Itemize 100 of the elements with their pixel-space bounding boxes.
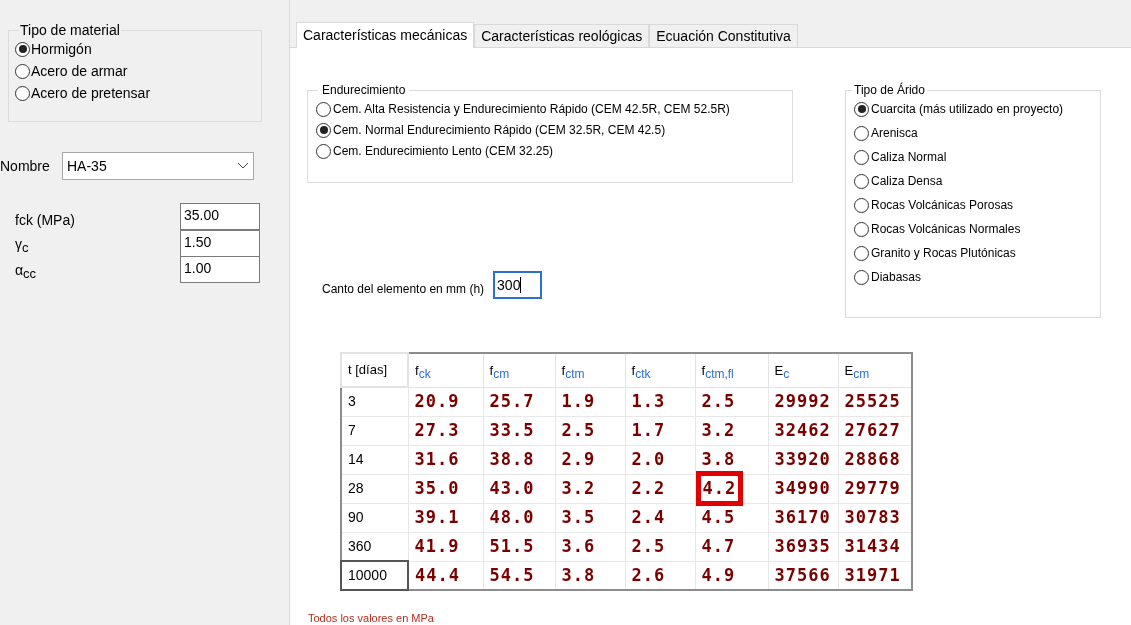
option-label: Cuarcita (más utilizado en proyecto)	[871, 101, 1064, 117]
table-cell: 31.6	[414, 448, 460, 469]
option-label: Granito y Rocas Plutónicas	[871, 245, 1016, 261]
table-cell: 25525	[844, 390, 901, 411]
table-cell: 4.2	[695, 470, 744, 507]
table-cell: 54.5	[489, 564, 535, 585]
input-field[interactable]: 300	[493, 271, 543, 299]
table-cell: 2.6	[631, 564, 666, 585]
table-cell: 27.3	[414, 419, 460, 440]
chevron-icon	[237, 162, 249, 170]
table-cell: 2.9	[561, 448, 596, 469]
table-cell: 4.5	[701, 506, 736, 527]
table-cell: 39.1	[414, 506, 460, 527]
table-cell: 35.0	[414, 477, 460, 498]
radio-button[interactable]	[854, 245, 869, 261]
input-field[interactable]: 35.00	[180, 202, 260, 230]
table-cell: 4.7	[701, 535, 736, 556]
option-label: Caliza Normal	[871, 149, 947, 165]
table-cell: 3.8	[561, 564, 596, 585]
option-label: Cem. Alta Resistencia y Endurecimiento Rápido (CEM 42.5R, CEM 52.5R)	[333, 101, 730, 117]
radio-button[interactable]	[854, 125, 869, 141]
table-cell: 25.7	[489, 390, 535, 411]
tab[interactable]: Características mecánicas	[296, 22, 475, 48]
tab[interactable]: Características reológicas	[474, 24, 650, 47]
table-cell: 2.0	[631, 448, 666, 469]
name-dropdown[interactable]: HA-35	[62, 152, 254, 180]
table-cell: 28	[341, 474, 408, 503]
table-cell: 90	[341, 503, 408, 532]
radio-button[interactable]	[316, 101, 331, 117]
table-cell: 33.5	[489, 419, 535, 440]
input-field[interactable]: 1.50	[180, 230, 260, 257]
option-label: Acero de armar	[31, 62, 128, 81]
table-cell: 36170	[774, 506, 831, 527]
table-cell: 3	[341, 387, 408, 416]
radio-button[interactable]	[15, 63, 30, 79]
table-cell: 10000	[341, 561, 408, 590]
table-cell: 2.4	[631, 506, 666, 527]
radio-button[interactable]	[15, 41, 30, 57]
table-cell: 7	[341, 416, 408, 445]
table-cell: 1.7	[631, 419, 666, 440]
radio-button[interactable]	[316, 143, 331, 159]
option-label: Cem. Normal Endurecimiento Rápido (CEM 32.5R, CEM 42.5)	[333, 122, 666, 138]
table-cell: 2.5	[701, 390, 736, 411]
footnote: Todos los valores en MPa	[308, 611, 434, 625]
radio-button[interactable]	[316, 122, 331, 138]
field-label: Nombre	[0, 156, 51, 176]
tab[interactable]: Ecuación Constitutiva	[649, 24, 798, 47]
option-label: Caliza Densa	[871, 173, 943, 189]
table-cell: 2.2	[631, 477, 666, 498]
radio-button[interactable]	[854, 173, 869, 189]
table-cell: 14	[341, 445, 408, 474]
table-cell: 3.6	[561, 535, 596, 556]
table-cell: 34990	[774, 477, 831, 498]
option-label: Hormigón	[31, 40, 92, 59]
table-cell: 32462	[774, 419, 831, 440]
table-cell: 30783	[844, 506, 901, 527]
table-cell: 2.5	[631, 535, 666, 556]
table-cell: 28868	[844, 448, 901, 469]
option-label: Rocas Volcánicas Normales	[871, 221, 1021, 237]
table-cell: 38.8	[489, 448, 535, 469]
table-cell: 33920	[774, 448, 831, 469]
option-label: Cem. Endurecimiento Lento (CEM 32.25)	[333, 143, 554, 159]
option-label: Acero de pretensar	[31, 84, 151, 103]
table-cell: 1.3	[631, 390, 666, 411]
table-cell: 51.5	[489, 535, 535, 556]
field-label: Canto del elemento en mm (h)	[322, 281, 485, 298]
radio-button[interactable]	[854, 197, 869, 213]
table-cell: 3.2	[561, 477, 596, 498]
table-cell: 27627	[844, 419, 901, 440]
table-cell: 3.5	[561, 506, 596, 527]
table-cell: 31434	[844, 535, 901, 556]
option-label: Rocas Volcánicas Porosas	[871, 197, 1014, 213]
table-cell: 4.9	[701, 564, 736, 585]
table-cell: 1.9	[561, 390, 596, 411]
group-title: Endurecimiento	[318, 83, 410, 97]
group-title: Tipo de material	[19, 22, 121, 38]
column-header: t [días]	[341, 353, 408, 387]
table-cell: 29779	[844, 477, 901, 498]
radio-button[interactable]	[854, 269, 869, 285]
parameter-label: fck (MPa)	[14, 211, 75, 230]
radio-button[interactable]	[854, 149, 869, 165]
table-cell: 31971	[844, 564, 901, 585]
table-cell: 29992	[774, 390, 831, 411]
option-label: Arenisca	[871, 125, 918, 141]
table-cell: 48.0	[489, 506, 535, 527]
option-label: Diabasas	[871, 269, 922, 285]
input-field[interactable]: 1.00	[180, 256, 260, 283]
group-title: Tipo de Árido	[852, 83, 927, 97]
table-cell: 37566	[774, 564, 831, 585]
radio-button[interactable]	[854, 221, 869, 237]
table-cell: 44.4	[415, 564, 460, 585]
table-cell: 2.5	[561, 419, 596, 440]
radio-button[interactable]	[15, 85, 30, 101]
table-cell: 20.9	[414, 390, 460, 411]
table-cell: 41.9	[414, 535, 460, 556]
table-cell: 43.0	[489, 477, 535, 498]
table-cell: 3.2	[701, 419, 736, 440]
table-cell: 3.8	[701, 448, 736, 469]
radio-button[interactable]	[854, 101, 869, 117]
table-cell: 36935	[774, 535, 831, 556]
